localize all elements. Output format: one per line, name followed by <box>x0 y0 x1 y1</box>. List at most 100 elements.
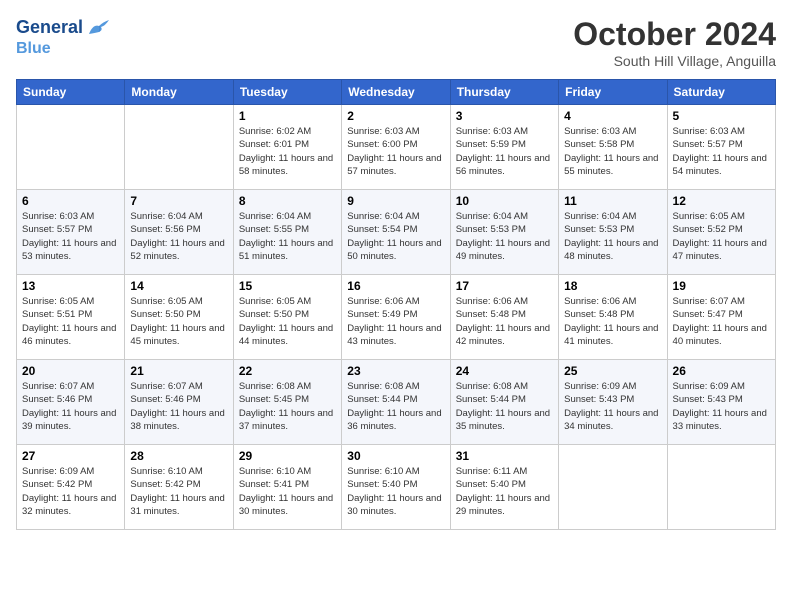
calendar-cell <box>125 105 233 190</box>
day-number: 12 <box>673 194 770 208</box>
calendar-cell: 23Sunrise: 6:08 AM Sunset: 5:44 PM Dayli… <box>342 360 450 445</box>
day-number: 30 <box>347 449 444 463</box>
day-number: 10 <box>456 194 553 208</box>
day-number: 28 <box>130 449 227 463</box>
logo-blue-text: Blue <box>16 40 113 58</box>
calendar-cell: 13 Sunrise: 6:05 AM Sunset: 5:51 PM Dayli… <box>17 275 125 360</box>
day-number: 31 <box>456 449 553 463</box>
calendar-cell: 27 Sunrise: 6:09 AM Sunset: 5:42 PM Dayli… <box>17 445 125 530</box>
day-info: Sunrise: 6:10 AM Sunset: 5:42 PM Dayligh… <box>130 465 227 518</box>
page-header: General Blue October 2024 South Hill Vil… <box>16 16 776 69</box>
day-number: 14 <box>130 279 227 293</box>
weekday-header-tuesday: Tuesday <box>233 80 341 105</box>
calendar-cell: 1 Sunrise: 6:02 AM Sunset: 6:01 PM Daylig… <box>233 105 341 190</box>
calendar-cell: 25 Sunrise: 6:09 AM Sunset: 5:43 PM Dayli… <box>559 360 667 445</box>
day-info: Sunrise: 6:04 AM Sunset: 5:56 PM Dayligh… <box>130 210 227 263</box>
logo-text: General <box>16 18 83 38</box>
day-info: Sunrise: 6:04 AM Sunset: 5:55 PM Dayligh… <box>239 210 336 263</box>
calendar-cell: 24 Sunrise: 6:08 AM Sunset: 5:44 PM Dayli… <box>450 360 558 445</box>
day-info: Sunrise: 6:03 AM Sunset: 6:00 PM Dayligh… <box>347 125 444 178</box>
calendar-cell: 29 Sunrise: 6:10 AM Sunset: 5:41 PM Dayli… <box>233 445 341 530</box>
calendar-table: SundayMondayTuesdayWednesdayThursdayFrid… <box>16 79 776 530</box>
calendar-week-row: 20Sunrise: 6:07 AM Sunset: 5:46 PM Dayli… <box>17 360 776 445</box>
calendar-cell: 19Sunrise: 6:07 AM Sunset: 5:47 PM Dayli… <box>667 275 775 360</box>
calendar-cell: 26 Sunrise: 6:09 AM Sunset: 5:43 PM Dayli… <box>667 360 775 445</box>
weekday-header-row: SundayMondayTuesdayWednesdayThursdayFrid… <box>17 80 776 105</box>
day-info: Sunrise: 6:03 AM Sunset: 5:57 PM Dayligh… <box>22 210 119 263</box>
calendar-cell: 6 Sunrise: 6:03 AM Sunset: 5:57 PM Daylig… <box>17 190 125 275</box>
calendar-cell: 9Sunrise: 6:04 AM Sunset: 5:54 PM Daylig… <box>342 190 450 275</box>
day-info: Sunrise: 6:05 AM Sunset: 5:51 PM Dayligh… <box>22 295 119 348</box>
day-number: 29 <box>239 449 336 463</box>
day-number: 22 <box>239 364 336 378</box>
day-info: Sunrise: 6:06 AM Sunset: 5:48 PM Dayligh… <box>456 295 553 348</box>
calendar-cell: 4Sunrise: 6:03 AM Sunset: 5:58 PM Daylig… <box>559 105 667 190</box>
day-info: Sunrise: 6:09 AM Sunset: 5:43 PM Dayligh… <box>673 380 770 433</box>
day-info: Sunrise: 6:02 AM Sunset: 6:01 PM Dayligh… <box>239 125 336 178</box>
location-subtitle: South Hill Village, Anguilla <box>573 53 776 69</box>
day-number: 5 <box>673 109 770 123</box>
day-number: 1 <box>239 109 336 123</box>
day-info: Sunrise: 6:03 AM Sunset: 5:58 PM Dayligh… <box>564 125 661 178</box>
calendar-cell: 7 Sunrise: 6:04 AM Sunset: 5:56 PM Daylig… <box>125 190 233 275</box>
logo-bird-icon <box>85 16 113 40</box>
day-number: 27 <box>22 449 119 463</box>
calendar-cell: 14 Sunrise: 6:05 AM Sunset: 5:50 PM Dayli… <box>125 275 233 360</box>
calendar-cell <box>667 445 775 530</box>
day-info: Sunrise: 6:10 AM Sunset: 5:41 PM Dayligh… <box>239 465 336 518</box>
day-info: Sunrise: 6:08 AM Sunset: 5:45 PM Dayligh… <box>239 380 336 433</box>
calendar-cell: 16Sunrise: 6:06 AM Sunset: 5:49 PM Dayli… <box>342 275 450 360</box>
calendar-cell: 30 Sunrise: 6:10 AM Sunset: 5:40 PM Dayli… <box>342 445 450 530</box>
day-info: Sunrise: 6:08 AM Sunset: 5:44 PM Dayligh… <box>456 380 553 433</box>
calendar-cell: 21 Sunrise: 6:07 AM Sunset: 5:46 PM Dayli… <box>125 360 233 445</box>
day-info: Sunrise: 6:05 AM Sunset: 5:50 PM Dayligh… <box>130 295 227 348</box>
day-info: Sunrise: 6:03 AM Sunset: 5:59 PM Dayligh… <box>456 125 553 178</box>
calendar-cell: 11Sunrise: 6:04 AM Sunset: 5:53 PM Dayli… <box>559 190 667 275</box>
day-number: 9 <box>347 194 444 208</box>
calendar-cell: 15Sunrise: 6:05 AM Sunset: 5:50 PM Dayli… <box>233 275 341 360</box>
day-info: Sunrise: 6:05 AM Sunset: 5:52 PM Dayligh… <box>673 210 770 263</box>
calendar-header: SundayMondayTuesdayWednesdayThursdayFrid… <box>17 80 776 105</box>
calendar-cell: 3 Sunrise: 6:03 AM Sunset: 5:59 PM Daylig… <box>450 105 558 190</box>
day-info: Sunrise: 6:07 AM Sunset: 5:47 PM Dayligh… <box>673 295 770 348</box>
calendar-cell: 10 Sunrise: 6:04 AM Sunset: 5:53 PM Dayli… <box>450 190 558 275</box>
day-number: 26 <box>673 364 770 378</box>
calendar-cell: 8Sunrise: 6:04 AM Sunset: 5:55 PM Daylig… <box>233 190 341 275</box>
calendar-cell: 12 Sunrise: 6:05 AM Sunset: 5:52 PM Dayli… <box>667 190 775 275</box>
logo: General Blue <box>16 16 113 58</box>
calendar-cell <box>17 105 125 190</box>
weekday-header-wednesday: Wednesday <box>342 80 450 105</box>
day-number: 6 <box>22 194 119 208</box>
day-info: Sunrise: 6:03 AM Sunset: 5:57 PM Dayligh… <box>673 125 770 178</box>
month-title: October 2024 <box>573 16 776 53</box>
day-number: 3 <box>456 109 553 123</box>
day-number: 7 <box>130 194 227 208</box>
day-info: Sunrise: 6:09 AM Sunset: 5:42 PM Dayligh… <box>22 465 119 518</box>
day-number: 11 <box>564 194 661 208</box>
calendar-cell: 31 Sunrise: 6:11 AM Sunset: 5:40 PM Dayli… <box>450 445 558 530</box>
calendar-cell <box>559 445 667 530</box>
day-info: Sunrise: 6:10 AM Sunset: 5:40 PM Dayligh… <box>347 465 444 518</box>
calendar-cell: 17 Sunrise: 6:06 AM Sunset: 5:48 PM Dayli… <box>450 275 558 360</box>
day-info: Sunrise: 6:07 AM Sunset: 5:46 PM Dayligh… <box>130 380 227 433</box>
calendar-cell: 18Sunrise: 6:06 AM Sunset: 5:48 PM Dayli… <box>559 275 667 360</box>
day-number: 15 <box>239 279 336 293</box>
calendar-week-row: 1 Sunrise: 6:02 AM Sunset: 6:01 PM Daylig… <box>17 105 776 190</box>
calendar-cell: 22 Sunrise: 6:08 AM Sunset: 5:45 PM Dayli… <box>233 360 341 445</box>
day-info: Sunrise: 6:07 AM Sunset: 5:46 PM Dayligh… <box>22 380 119 433</box>
day-info: Sunrise: 6:08 AM Sunset: 5:44 PM Dayligh… <box>347 380 444 433</box>
day-number: 21 <box>130 364 227 378</box>
calendar-cell: 5 Sunrise: 6:03 AM Sunset: 5:57 PM Daylig… <box>667 105 775 190</box>
day-number: 17 <box>456 279 553 293</box>
calendar-week-row: 13 Sunrise: 6:05 AM Sunset: 5:51 PM Dayli… <box>17 275 776 360</box>
day-info: Sunrise: 6:09 AM Sunset: 5:43 PM Dayligh… <box>564 380 661 433</box>
day-number: 18 <box>564 279 661 293</box>
weekday-header-saturday: Saturday <box>667 80 775 105</box>
day-number: 25 <box>564 364 661 378</box>
calendar-week-row: 6 Sunrise: 6:03 AM Sunset: 5:57 PM Daylig… <box>17 190 776 275</box>
day-info: Sunrise: 6:04 AM Sunset: 5:53 PM Dayligh… <box>456 210 553 263</box>
day-number: 24 <box>456 364 553 378</box>
calendar-cell: 2Sunrise: 6:03 AM Sunset: 6:00 PM Daylig… <box>342 105 450 190</box>
day-number: 13 <box>22 279 119 293</box>
day-info: Sunrise: 6:11 AM Sunset: 5:40 PM Dayligh… <box>456 465 553 518</box>
